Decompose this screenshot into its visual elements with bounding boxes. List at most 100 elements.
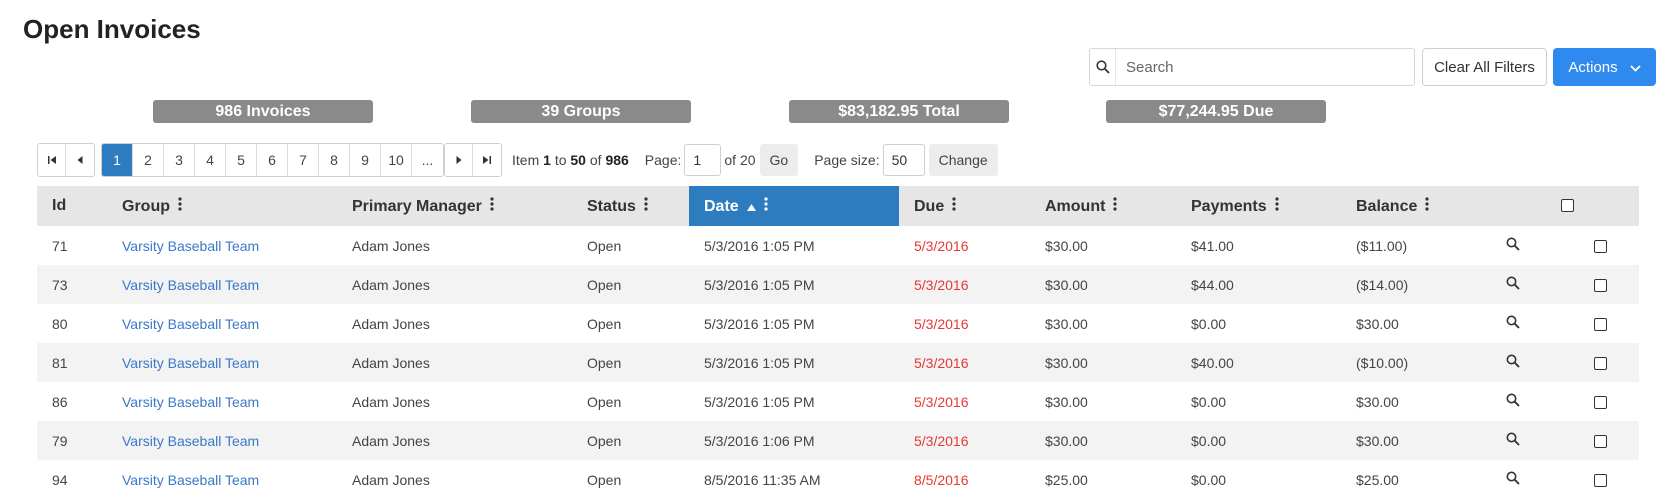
kebab-menu-icon[interactable]: [1425, 196, 1429, 216]
last-page-button[interactable]: [473, 144, 501, 176]
cell-view: [1491, 304, 1561, 343]
actions-button[interactable]: Actions: [1553, 48, 1656, 86]
page-of-text: of 20: [724, 152, 756, 168]
magnifier-icon[interactable]: [1506, 315, 1520, 332]
last-page-icon: [483, 156, 491, 164]
cell-view: [1491, 382, 1561, 421]
table-row[interactable]: 94 Varsity Baseball Team Adam Jones Open 8/5…: [37, 460, 1639, 499]
magnifier-icon[interactable]: [1506, 276, 1520, 293]
row-checkbox[interactable]: [1593, 474, 1607, 488]
cell-group[interactable]: Varsity Baseball Team: [107, 382, 337, 421]
column-header-date[interactable]: Date: [689, 186, 899, 226]
pager-first-prev: [37, 143, 95, 177]
kebab-menu-icon[interactable]: [764, 196, 768, 216]
clear-all-filters-button[interactable]: Clear All Filters: [1422, 48, 1547, 86]
page-number-input[interactable]: [684, 144, 722, 176]
kebab-menu-icon[interactable]: [644, 196, 648, 216]
page-title: Open Invoices: [23, 14, 201, 44]
row-checkbox[interactable]: [1593, 435, 1607, 449]
column-header-status[interactable]: Status: [572, 186, 689, 226]
page-size-label: Page size:: [814, 152, 880, 168]
table-row[interactable]: 81 Varsity Baseball Team Adam Jones Open 5/3…: [37, 343, 1639, 382]
magnifier-icon[interactable]: [1506, 237, 1520, 254]
page-button[interactable]: 8: [319, 144, 350, 176]
row-checkbox[interactable]: [1593, 396, 1607, 410]
column-header-label: Primary Manager: [352, 197, 482, 215]
row-checkbox[interactable]: [1593, 240, 1607, 254]
column-header-due[interactable]: Due: [899, 186, 1030, 226]
first-page-button[interactable]: [38, 144, 66, 176]
cell-amount: $30.00: [1045, 432, 1088, 449]
row-checkbox[interactable]: [1593, 357, 1607, 371]
cell-group[interactable]: Varsity Baseball Team: [107, 304, 337, 343]
due-amount-badge: $77,244.95 Due: [1106, 100, 1326, 123]
cell-payments: $44.00: [1191, 276, 1234, 293]
cell-group[interactable]: Varsity Baseball Team: [107, 226, 337, 265]
cell-id: 94: [52, 471, 68, 488]
table-row[interactable]: 80 Varsity Baseball Team Adam Jones Open 5/3…: [37, 304, 1639, 343]
page-button[interactable]: 7: [288, 144, 319, 176]
page-button[interactable]: 4: [195, 144, 226, 176]
row-checkbox[interactable]: [1593, 279, 1607, 293]
page-button[interactable]: 1: [102, 144, 133, 176]
magnifier-icon[interactable]: [1506, 432, 1520, 449]
search-input[interactable]: [1116, 50, 1414, 84]
next-page-button[interactable]: [445, 144, 473, 176]
cell-group[interactable]: Varsity Baseball Team: [107, 421, 337, 460]
cell-payments: $0.00: [1191, 315, 1227, 332]
page-button[interactable]: 6: [257, 144, 288, 176]
total-amount-badge: $83,182.95 Total: [789, 100, 1009, 123]
page-button[interactable]: 3: [164, 144, 195, 176]
cell-due: 5/3/2016: [914, 393, 969, 410]
cell-due: 5/3/2016: [914, 432, 969, 449]
prev-page-button[interactable]: [66, 144, 94, 176]
row-checkbox[interactable]: [1593, 318, 1607, 332]
cell-group[interactable]: Varsity Baseball Team: [107, 265, 337, 304]
kebab-menu-icon[interactable]: [1113, 196, 1118, 216]
table-row[interactable]: 86 Varsity Baseball Team Adam Jones Open 5/3…: [37, 382, 1639, 421]
cell-view: [1491, 226, 1561, 265]
column-header-label: Id: [52, 197, 67, 214]
page-button[interactable]: 9: [350, 144, 381, 176]
kebab-menu-icon[interactable]: [490, 196, 494, 216]
group-count-badge: 39 Groups: [471, 100, 691, 123]
column-header-balance[interactable]: Balance: [1341, 186, 1491, 226]
page-button[interactable]: 2: [133, 144, 164, 176]
column-header-primary-manager[interactable]: Primary Manager: [337, 186, 572, 226]
column-header-amount[interactable]: Amount: [1030, 186, 1176, 226]
kebab-menu-icon[interactable]: [1274, 196, 1279, 216]
table-body: 71 Varsity Baseball Team Adam Jones Open 5/3…: [37, 226, 1639, 499]
cell-manager: Adam Jones: [352, 354, 430, 371]
sort-ascending-icon[interactable]: [746, 202, 756, 214]
cell-balance: ($11.00): [1356, 237, 1408, 254]
column-header-label: Group: [122, 197, 170, 215]
page-button[interactable]: ...: [412, 144, 443, 176]
magnifier-icon[interactable]: [1506, 393, 1520, 410]
change-page-size-button[interactable]: Change: [928, 144, 998, 176]
kebab-menu-icon[interactable]: [178, 196, 182, 216]
select-all-checkbox[interactable]: [1561, 199, 1574, 213]
page-button[interactable]: 10: [381, 144, 412, 176]
page-size-input[interactable]: [882, 144, 925, 176]
column-header-payments[interactable]: Payments: [1176, 186, 1341, 226]
cell-group[interactable]: Varsity Baseball Team: [107, 460, 337, 499]
column-header-label: Balance: [1356, 197, 1418, 215]
column-header-label: Status: [587, 197, 636, 215]
kebab-menu-icon[interactable]: [952, 196, 956, 216]
column-header-label: Amount: [1045, 197, 1106, 215]
table-row[interactable]: 79 Varsity Baseball Team Adam Jones Open 5/3…: [37, 421, 1639, 460]
search-box[interactable]: [1089, 48, 1415, 86]
go-button[interactable]: Go: [759, 144, 799, 176]
invoice-count-badge: 986 Invoices: [153, 100, 373, 123]
page-button[interactable]: 5: [226, 144, 257, 176]
cell-group[interactable]: Varsity Baseball Team: [107, 343, 337, 382]
column-header-group[interactable]: Group: [107, 186, 337, 226]
first-page-icon: [47, 156, 56, 164]
magnifier-icon[interactable]: [1506, 354, 1520, 371]
table-row[interactable]: 71 Varsity Baseball Team Adam Jones Open 5/3…: [37, 226, 1639, 265]
column-header-id[interactable]: Id: [37, 186, 107, 226]
cell-payments: $0.00: [1191, 393, 1227, 410]
table-row[interactable]: 73 Varsity Baseball Team Adam Jones Open 5/3…: [37, 265, 1639, 304]
magnifier-icon[interactable]: [1506, 471, 1520, 488]
cell-balance: $30.00: [1356, 393, 1399, 410]
